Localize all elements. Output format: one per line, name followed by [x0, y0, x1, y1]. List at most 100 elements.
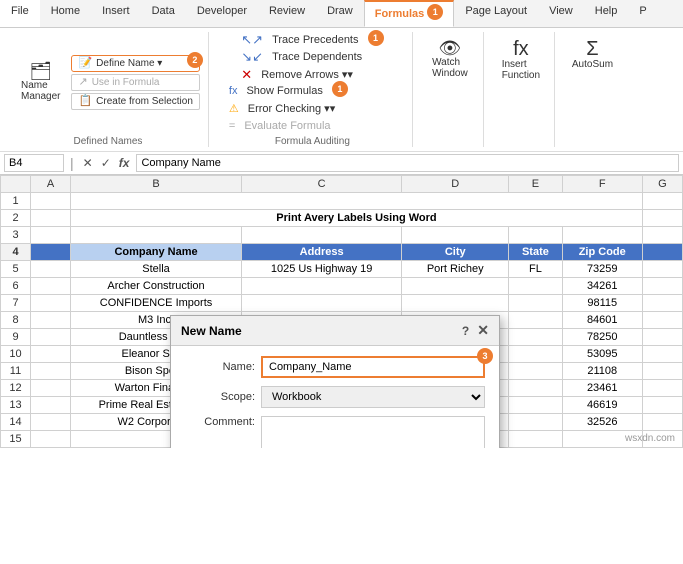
cancel-icon[interactable]: ✕	[80, 155, 96, 171]
cell-d4-city[interactable]: City	[402, 244, 509, 261]
cell-g4[interactable]	[642, 244, 682, 261]
cell-g14[interactable]	[642, 414, 682, 431]
cell-e11[interactable]	[509, 363, 562, 380]
cell-c7[interactable]	[242, 295, 402, 312]
cell-e8[interactable]	[509, 312, 562, 329]
cell-g12[interactable]	[642, 380, 682, 397]
cell-f12[interactable]: 23461	[562, 380, 642, 397]
cell-e13[interactable]	[509, 397, 562, 414]
cell-a6[interactable]	[31, 278, 71, 295]
cell-e9[interactable]	[509, 329, 562, 346]
use-in-formula-button[interactable]: ↗ Use in Formula	[71, 74, 199, 91]
cell-d5[interactable]: Port Richey	[402, 261, 509, 278]
cell-e10[interactable]	[509, 346, 562, 363]
cell-g9[interactable]	[642, 329, 682, 346]
tab-home[interactable]: Home	[40, 0, 91, 27]
cell-e4-state[interactable]: State	[509, 244, 562, 261]
create-from-selection-button[interactable]: 📋 Create from Selection	[71, 93, 199, 110]
cell-c4-address[interactable]: Address	[242, 244, 402, 261]
cell-g2[interactable]	[642, 210, 682, 227]
tab-help[interactable]: Help	[584, 0, 629, 27]
cell-a15[interactable]	[31, 431, 71, 448]
evaluate-formula-button[interactable]: Evaluate Formula	[239, 118, 335, 134]
confirm-icon[interactable]: ✓	[98, 155, 114, 171]
cell-g1[interactable]	[642, 193, 682, 210]
cell-f13[interactable]: 46619	[562, 397, 642, 414]
cell-a3[interactable]	[31, 227, 71, 244]
cell-g13[interactable]	[642, 397, 682, 414]
cell-f8[interactable]: 84601	[562, 312, 642, 329]
trace-precedents-button[interactable]: Trace Precedents	[267, 32, 363, 48]
cell-f11[interactable]: 21108	[562, 363, 642, 380]
cell-b4-company[interactable]: Company Name	[71, 244, 242, 261]
tab-developer[interactable]: Developer	[186, 0, 258, 27]
col-header-a[interactable]: A	[31, 176, 71, 193]
cell-a8[interactable]	[31, 312, 71, 329]
cell-g10[interactable]	[642, 346, 682, 363]
fx-icon[interactable]: fx	[116, 155, 133, 171]
tab-data[interactable]: Data	[141, 0, 186, 27]
cell-d6[interactable]	[402, 278, 509, 295]
cell-f10[interactable]: 53095	[562, 346, 642, 363]
dialog-help-icon[interactable]: ?	[462, 324, 469, 338]
cell-b3[interactable]	[71, 227, 242, 244]
col-header-b[interactable]: B	[71, 176, 242, 193]
trace-dependents-button[interactable]: Trace Dependents	[267, 49, 367, 65]
cell-f6[interactable]: 34261	[562, 278, 642, 295]
cell-b7[interactable]: CONFIDENCE Imports	[71, 295, 242, 312]
cell-f5[interactable]: 73259	[562, 261, 642, 278]
col-header-f[interactable]: F	[562, 176, 642, 193]
cell-b1[interactable]	[71, 193, 643, 210]
cell-a2[interactable]	[31, 210, 71, 227]
tab-review[interactable]: Review	[258, 0, 316, 27]
cell-a4[interactable]	[31, 244, 71, 261]
cell-a10[interactable]	[31, 346, 71, 363]
cell-f14[interactable]: 32526	[562, 414, 642, 431]
cell-a12[interactable]	[31, 380, 71, 397]
formula-input[interactable]	[136, 154, 679, 172]
cell-d7[interactable]	[402, 295, 509, 312]
watch-window-button[interactable]: 👁 WatchWindow	[425, 36, 475, 82]
cell-e7[interactable]	[509, 295, 562, 312]
cell-g6[interactable]	[642, 278, 682, 295]
cell-a7[interactable]	[31, 295, 71, 312]
cell-e3[interactable]	[509, 227, 562, 244]
define-name-button[interactable]: 📝 Define Name ▾ 2	[71, 55, 199, 72]
cell-a14[interactable]	[31, 414, 71, 431]
cell-e6[interactable]	[509, 278, 562, 295]
cell-f7[interactable]: 98115	[562, 295, 642, 312]
cell-e12[interactable]	[509, 380, 562, 397]
cell-f9[interactable]: 78250	[562, 329, 642, 346]
col-header-c[interactable]: C	[242, 176, 402, 193]
cell-a5[interactable]	[31, 261, 71, 278]
show-formulas-button[interactable]: Show Formulas	[241, 83, 327, 99]
cell-g11[interactable]	[642, 363, 682, 380]
cell-b6[interactable]: Archer Construction	[71, 278, 242, 295]
tab-file[interactable]: File	[0, 0, 40, 27]
autosum-button[interactable]: Σ AutoSum	[567, 36, 618, 73]
cell-a9[interactable]	[31, 329, 71, 346]
cell-g3[interactable]	[642, 227, 682, 244]
cell-g5[interactable]	[642, 261, 682, 278]
dialog-comment-input[interactable]	[261, 416, 485, 448]
cell-d3[interactable]	[402, 227, 509, 244]
insert-function-button[interactable]: fx InsertFunction	[496, 36, 546, 84]
cell-c3[interactable]	[242, 227, 402, 244]
dialog-close-button[interactable]: ✕	[477, 322, 489, 339]
remove-arrows-button[interactable]: Remove Arrows ▾ ▾	[256, 66, 358, 83]
col-header-d[interactable]: D	[402, 176, 509, 193]
cell-reference-box[interactable]	[4, 154, 64, 172]
dialog-scope-select[interactable]: Workbook	[261, 386, 485, 408]
tab-insert[interactable]: Insert	[91, 0, 141, 27]
cell-e14[interactable]	[509, 414, 562, 431]
tab-draw[interactable]: Draw	[316, 0, 364, 27]
col-header-e[interactable]: E	[509, 176, 562, 193]
cell-c5[interactable]: 1025 Us Highway 19	[242, 261, 402, 278]
cell-g7[interactable]	[642, 295, 682, 312]
tab-p[interactable]: P	[628, 0, 657, 27]
cell-b5[interactable]: Stella	[71, 261, 242, 278]
cell-f4-zip[interactable]: Zip Code	[562, 244, 642, 261]
error-checking-button[interactable]: Error Checking ▾ ▾	[243, 100, 340, 117]
cell-e5[interactable]: FL	[509, 261, 562, 278]
dialog-name-input[interactable]	[261, 356, 485, 378]
